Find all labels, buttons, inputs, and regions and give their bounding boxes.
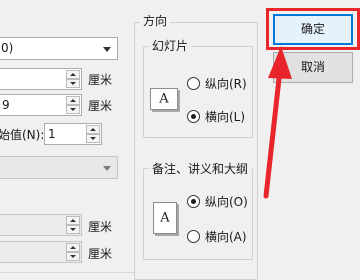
annotation-arrow (263, 46, 292, 199)
